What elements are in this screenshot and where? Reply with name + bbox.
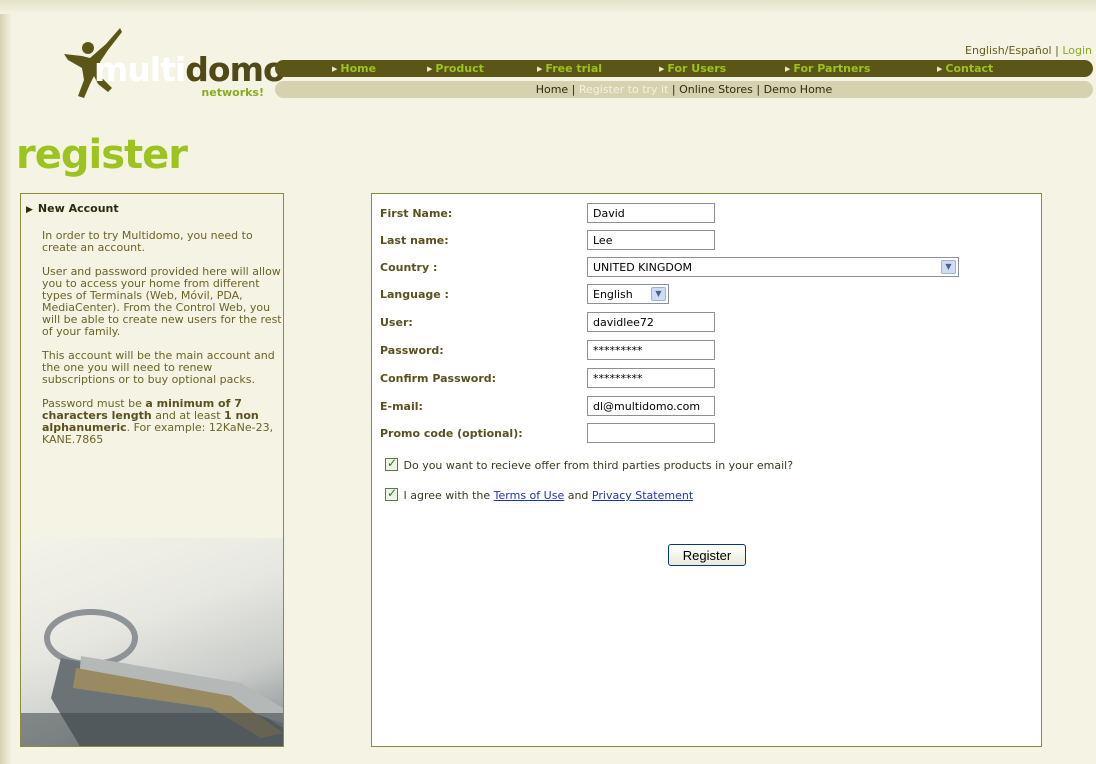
nav-for-partners[interactable]: ▶ For Partners (785, 62, 870, 75)
register-button[interactable]: Register (668, 544, 746, 566)
password-label: Password: (380, 344, 444, 357)
page-title: register (16, 132, 188, 178)
checkmark-icon: ✓ (387, 486, 398, 500)
agree-row: ✓ I agree with the Terms of Use and Priv… (385, 486, 693, 502)
password-field[interactable] (587, 340, 715, 360)
info-paragraph: In order to try Multidomo, you need to c… (42, 229, 253, 254)
country-select[interactable]: UNITED KINGDOM ▼ (587, 257, 959, 277)
agree-label: I agree with the (403, 489, 494, 502)
logo-word-dark: domo (185, 50, 285, 89)
language-label: Language : (380, 288, 449, 301)
subnav-register[interactable]: Register to try it (579, 83, 669, 96)
first-name-field[interactable] (587, 203, 715, 223)
logo-subtitle: networks! (201, 86, 264, 99)
first-name-label: First Name: (380, 207, 453, 220)
checkmark-icon: ✓ (387, 456, 398, 470)
promo-code-label: Promo code (optional): (380, 427, 523, 440)
logo-wordmark: multidomo (94, 50, 286, 89)
keys-photo (21, 538, 283, 746)
nav-for-partners-label: For Partners (793, 62, 871, 75)
nav-arrow-icon: ▶ (427, 65, 433, 73)
nav-for-users-label: For Users (667, 62, 727, 75)
language-switch-link[interactable]: English/Español (965, 44, 1052, 57)
register-form: First Name: Last name: Country : UNITED … (371, 193, 1042, 747)
chevron-down-icon[interactable]: ▼ (651, 287, 666, 301)
user-field[interactable] (587, 312, 715, 332)
subnav-home[interactable]: Home (536, 83, 568, 96)
nav-home-label: Home (340, 62, 377, 75)
page-top-shade (0, 0, 1096, 14)
terms-of-use-link[interactable]: Terms of Use (494, 489, 565, 502)
separator: | (756, 83, 764, 96)
logo-word-light: multi (94, 50, 186, 89)
chevron-down-icon[interactable]: ▼ (941, 260, 956, 274)
info-heading-label: New Account (37, 202, 119, 215)
email-label: E-mail: (380, 400, 423, 413)
separator: | (571, 83, 579, 96)
nav-free-trial[interactable]: ▶ Free trial (537, 62, 602, 75)
info-text: In order to try Multidomo, you need to c… (42, 230, 282, 458)
info-heading: ▶ New Account (26, 202, 119, 215)
info-paragraph: User and password provided here will all… (42, 265, 282, 338)
nav-arrow-icon: ▶ (937, 65, 943, 73)
page-background-shade (0, 0, 12, 764)
multidomo-logo[interactable]: multidomo networks! (60, 28, 286, 100)
password-rules: Password must be a minimum of 7 characte… (42, 398, 282, 446)
login-link[interactable]: Login (1062, 44, 1092, 57)
nav-arrow-icon: ▶ (785, 65, 791, 73)
subnav-demo-home[interactable]: Demo Home (764, 83, 833, 96)
nav-arrow-icon: ▶ (332, 65, 338, 73)
privacy-statement-link[interactable]: Privacy Statement (592, 489, 693, 502)
language-links: English/Español | Login (965, 44, 1092, 57)
nav-free-trial-label: Free trial (545, 62, 603, 75)
confirm-password-field[interactable] (587, 368, 715, 388)
nav-arrow-icon: ▶ (659, 65, 665, 73)
language-select[interactable]: English ▼ (587, 284, 669, 304)
promo-code-field[interactable] (587, 423, 715, 443)
language-value: English (593, 287, 633, 301)
country-value: UNITED KINGDOM (593, 260, 692, 274)
last-name-field[interactable] (587, 230, 715, 250)
offers-label: Do you want to recieve offer from third … (403, 459, 794, 472)
sub-nav: Home | Register to try it | Online Store… (275, 81, 1093, 98)
offers-row: ✓ Do you want to recieve offer from thir… (385, 456, 794, 472)
info-paragraph: This account will be the main account an… (42, 349, 275, 386)
triangle-right-icon: ▶ (26, 205, 33, 215)
confirm-password-label: Confirm Password: (380, 372, 497, 385)
nav-for-users[interactable]: ▶ For Users (659, 62, 726, 75)
last-name-label: Last name: (380, 234, 449, 247)
nav-product-label: Product (435, 62, 484, 75)
offers-checkbox[interactable]: ✓ (385, 456, 398, 471)
keys-illustration (21, 609, 283, 746)
nav-home[interactable]: ▶ Home (332, 62, 376, 75)
email-field[interactable] (587, 396, 715, 416)
nav-product[interactable]: ▶ Product (427, 62, 484, 75)
subnav-online-stores[interactable]: Online Stores (679, 83, 753, 96)
nav-contact-label: Contact (945, 62, 994, 75)
nav-contact[interactable]: ▶ Contact (937, 62, 993, 75)
agree-and-text: and (564, 489, 592, 502)
main-nav: ▶ Home ▶ Product ▶ Free trial ▶ For Users ▶ F… (275, 60, 1093, 77)
info-panel: ▶ New Account In order to try Multidomo, … (20, 193, 284, 747)
user-label: User: (380, 316, 413, 329)
nav-arrow-icon: ▶ (537, 65, 543, 73)
agree-checkbox[interactable]: ✓ (385, 486, 398, 501)
country-label: Country : (380, 261, 438, 274)
